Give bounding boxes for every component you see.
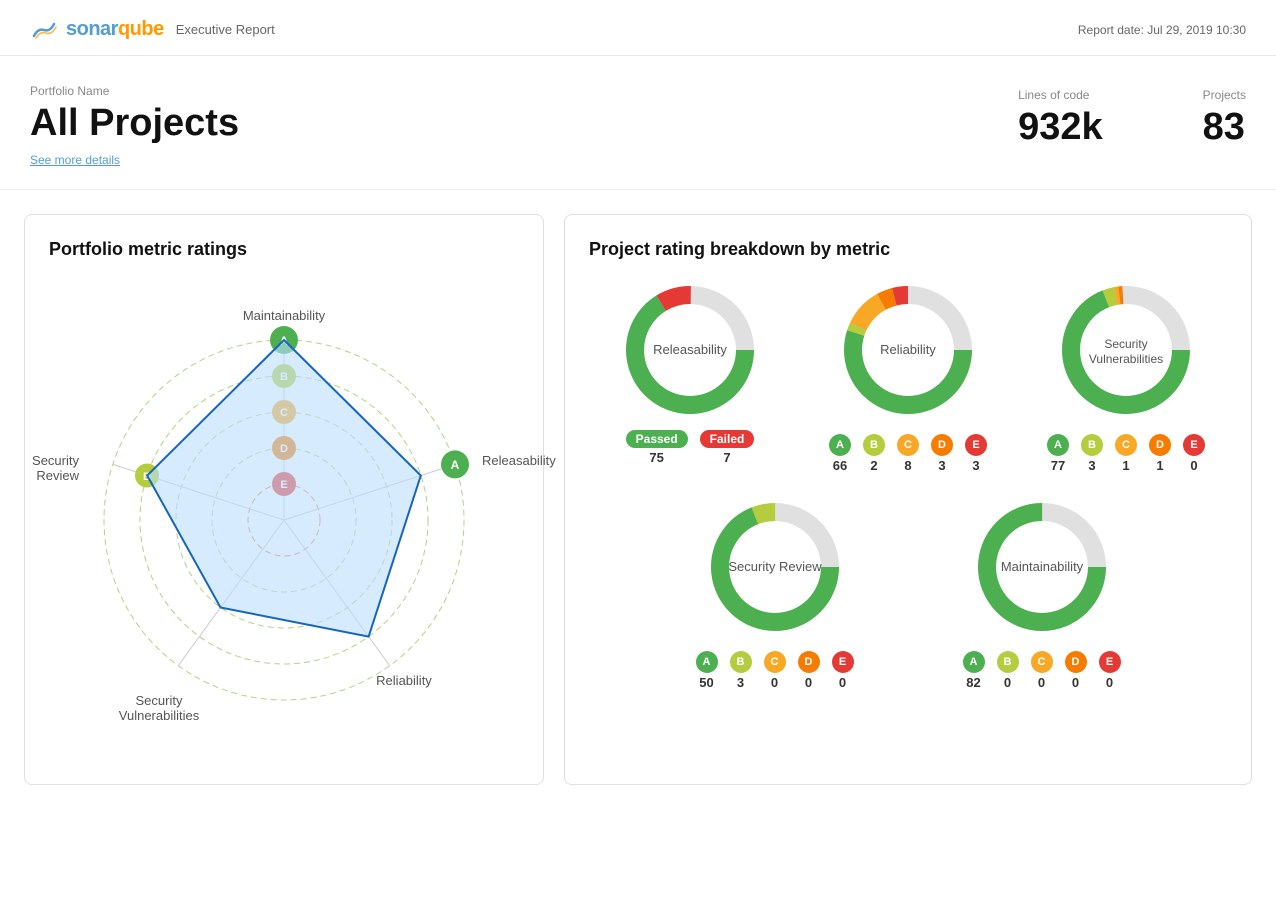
sec-rev-grade-a-badge: A — [696, 651, 718, 673]
svg-text:Reliability: Reliability — [376, 673, 432, 688]
sec-vuln-grade-d-badge: D — [1149, 434, 1171, 456]
security-review-donut: Security Review A 50 B 3 C 0 — [649, 497, 900, 690]
releasability-legend: Passed 75 Failed 7 — [626, 430, 755, 465]
reliability-donut: Reliability A 66 B 2 C 8 — [807, 280, 1009, 473]
grade-e-item: E 3 — [965, 434, 987, 473]
security-review-legend: A 50 B 3 C 0 D 0 — [696, 651, 854, 690]
grade-b-item: B 2 — [863, 434, 885, 473]
portfolio-title: All Projects — [30, 102, 239, 145]
lines-of-code-stat: Lines of code 932k — [1018, 88, 1103, 149]
grade-d-badge: D — [931, 434, 953, 456]
radar-chart: A A B B C D E Main — [64, 290, 504, 750]
maint-grade-d-badge: D — [1065, 651, 1087, 673]
maintainability-chart: Maintainability — [972, 497, 1112, 637]
maint-grade-a-badge: A — [963, 651, 985, 673]
projects-label: Projects — [1203, 88, 1246, 102]
grade-b-count: 2 — [870, 458, 877, 473]
svg-text:Vulnerabilities: Vulnerabilities — [119, 708, 200, 723]
svg-text:Security: Security — [32, 453, 79, 468]
top-donuts-row: Releasability Passed 75 Failed 7 — [589, 280, 1227, 473]
lines-of-code-label: Lines of code — [1018, 88, 1103, 102]
maint-grade-c-badge: C — [1031, 651, 1053, 673]
reliability-legend: A 66 B 2 C 8 D 3 — [829, 434, 987, 473]
passed-badge: Passed — [626, 430, 688, 448]
lines-of-code-value: 932k — [1018, 106, 1103, 149]
main-content: Portfolio metric ratings — [0, 190, 1276, 809]
grade-e-count: 3 — [972, 458, 979, 473]
portfolio-stats: Lines of code 932k Projects 83 — [1018, 84, 1246, 149]
portfolio-label: Portfolio Name — [30, 84, 239, 98]
svg-text:Vulnerabilities: Vulnerabilities — [1089, 352, 1163, 366]
radar-container: A A B B C D E Main — [49, 280, 519, 760]
maint-grade-b-badge: B — [997, 651, 1019, 673]
project-rating-breakdown-card: Project rating breakdown by metric Relea… — [564, 214, 1252, 785]
sonarqube-logo-icon — [30, 20, 58, 40]
radar-card-title: Portfolio metric ratings — [49, 239, 519, 260]
releasability-chart: Releasability — [620, 280, 760, 420]
security-vulnerabilities-donut: Security Vulnerabilities A 77 B 3 C — [1025, 280, 1227, 473]
passed-count: 75 — [649, 450, 663, 465]
grade-e-badge: E — [965, 434, 987, 456]
failed-item: Failed 7 — [700, 430, 755, 465]
portfolio-info: Portfolio Name All Projects See more det… — [30, 84, 239, 169]
grade-c-item: C 8 — [897, 434, 919, 473]
svg-text:Security: Security — [136, 693, 183, 708]
svg-text:Review: Review — [36, 468, 79, 483]
bottom-donuts-row: Security Review A 50 B 3 C 0 — [589, 497, 1227, 690]
failed-badge: Failed — [700, 430, 755, 448]
grade-a-badge: A — [829, 434, 851, 456]
svg-text:A: A — [451, 458, 460, 472]
sec-rev-grade-c-badge: C — [764, 651, 786, 673]
report-type-label: Executive Report — [176, 22, 275, 37]
projects-stat: Projects 83 — [1203, 88, 1246, 149]
sec-rev-grade-d-badge: D — [798, 651, 820, 673]
maintainability-legend: A 82 B 0 C 0 D 0 — [963, 651, 1121, 690]
portfolio-metric-ratings-card: Portfolio metric ratings — [24, 214, 544, 785]
passed-item: Passed 75 — [626, 430, 688, 465]
svg-text:Maintainability: Maintainability — [1000, 559, 1083, 574]
grade-a-count: 66 — [833, 458, 847, 473]
grade-c-count: 8 — [904, 458, 911, 473]
maint-grade-e-badge: E — [1099, 651, 1121, 673]
sec-vuln-grade-a-badge: A — [1047, 434, 1069, 456]
sec-rev-grade-b-badge: B — [730, 651, 752, 673]
header: sonarqube Executive Report Report date: … — [0, 0, 1276, 56]
portfolio-section: Portfolio Name All Projects See more det… — [0, 56, 1276, 190]
svg-text:Reliability: Reliability — [880, 342, 936, 357]
grade-c-badge: C — [897, 434, 919, 456]
reliability-chart: Reliability — [838, 280, 978, 420]
maintainability-donut: Maintainability A 82 B 0 C 0 — [916, 497, 1167, 690]
grade-d-item: D 3 — [931, 434, 953, 473]
grade-a-item: A 66 — [829, 434, 851, 473]
see-more-link[interactable]: See more details — [30, 153, 120, 167]
security-vulnerabilities-chart: Security Vulnerabilities — [1056, 280, 1196, 420]
sec-vuln-grade-e-badge: E — [1183, 434, 1205, 456]
sec-rev-grade-e-badge: E — [832, 651, 854, 673]
svg-text:Security Review: Security Review — [728, 559, 822, 574]
svg-text:Maintainability: Maintainability — [243, 308, 326, 323]
breakdown-title: Project rating breakdown by metric — [589, 239, 1227, 260]
grade-d-count: 3 — [938, 458, 945, 473]
releasability-donut: Releasability Passed 75 Failed 7 — [589, 280, 791, 473]
logo-text: sonarqube — [66, 18, 164, 41]
security-vuln-legend: A 77 B 3 C 1 D 1 — [1047, 434, 1205, 473]
svg-text:Releasability: Releasability — [482, 453, 556, 468]
logo: sonarqube Executive Report — [30, 18, 275, 41]
svg-text:Security: Security — [1104, 337, 1147, 351]
projects-value: 83 — [1203, 106, 1246, 149]
grade-b-badge: B — [863, 434, 885, 456]
svg-text:Releasability: Releasability — [653, 342, 727, 357]
security-review-chart: Security Review — [705, 497, 845, 637]
sec-vuln-grade-c-badge: C — [1115, 434, 1137, 456]
sec-vuln-grade-b-badge: B — [1081, 434, 1103, 456]
report-date: Report date: Jul 29, 2019 10:30 — [1078, 23, 1246, 37]
failed-count: 7 — [723, 450, 730, 465]
